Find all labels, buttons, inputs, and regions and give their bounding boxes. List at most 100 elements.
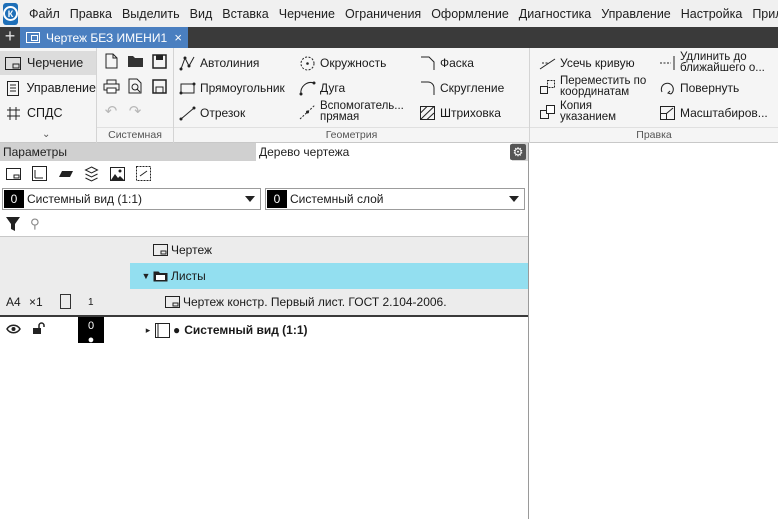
hatch-icon <box>418 104 436 122</box>
rectangle-button[interactable]: Прямоугольник <box>178 79 285 97</box>
section-label-geometry: Геометрия <box>325 129 378 141</box>
tree-row-drawing[interactable]: Чертеж <box>0 237 528 263</box>
tree-row-system-view[interactable]: 0 ● ▸ ● Системный вид (1:1) <box>0 315 528 346</box>
redo-icon[interactable]: ↷ <box>125 101 145 121</box>
extend-to-nearest-button[interactable]: Удлинить до ближайшего о... <box>658 51 776 74</box>
drawing-icon <box>152 243 168 257</box>
aux-line-button[interactable]: Вспомогатель... прямая <box>298 100 413 123</box>
menu-management[interactable]: Управление <box>596 7 676 21</box>
tree-row-sheets[interactable]: ▼ Листы <box>0 263 528 289</box>
menu-edit[interactable]: Правка <box>65 7 117 21</box>
filter-search-row: ⚲ <box>0 211 528 237</box>
save-icon[interactable] <box>149 51 169 71</box>
unlock-icon[interactable] <box>32 322 45 338</box>
view-number: 0 <box>4 189 24 208</box>
tree-sheets-label: Листы <box>171 269 206 283</box>
sheet-icon[interactable] <box>4 164 23 183</box>
move-by-coords-button[interactable]: Переместить по координатам <box>538 75 658 98</box>
fillet-label: Скругление <box>440 81 505 95</box>
image-icon[interactable] <box>108 164 127 183</box>
mode-spds-button[interactable]: СПДС <box>0 101 96 125</box>
system-view-label: Системный вид (1:1) <box>184 323 308 337</box>
circle-button[interactable]: Окружность <box>298 54 386 72</box>
filter-icon[interactable] <box>2 213 24 235</box>
collapse-chevron-icon[interactable]: ⌄ <box>42 129 50 140</box>
link-icon[interactable] <box>134 164 153 183</box>
autoline-label: Автолиния <box>200 56 260 70</box>
hatch-button[interactable]: Штриховка <box>418 104 501 122</box>
layer-icon[interactable] <box>56 164 75 183</box>
menu-insert[interactable]: Вставка <box>217 7 273 21</box>
trim-icon <box>538 54 556 72</box>
trim-curve-button[interactable]: Усечь кривую <box>538 54 635 72</box>
tab-drawing-tree[interactable]: Дерево чертежа <box>256 143 512 161</box>
mode-management-button[interactable]: Управление <box>0 76 96 100</box>
rotate-button[interactable]: Повернуть <box>658 79 739 97</box>
tree-row-sheet[interactable]: A4 ×1 1 Чертеж констр. Первый лист. ГОСТ… <box>0 289 528 315</box>
copy-by-pointing-button[interactable]: Копия указанием <box>538 100 638 123</box>
tab-parameters[interactable]: Параметры <box>0 143 256 161</box>
undo-icon[interactable]: ↶ <box>101 101 121 121</box>
panel-toolbar <box>0 161 528 186</box>
eye-icon[interactable] <box>6 322 21 337</box>
sheet-icon <box>164 295 180 309</box>
menu-settings[interactable]: Настройка <box>676 7 748 21</box>
sheet-label: Чертеж констр. Первый лист. ГОСТ 2.104-2… <box>183 295 447 309</box>
open-folder-icon[interactable] <box>125 51 145 71</box>
layer-number: 0 <box>267 189 287 208</box>
mode-drawing-label: Черчение <box>27 56 84 70</box>
new-document-plus-icon[interactable]: + <box>0 27 20 48</box>
mode-drawing-button[interactable]: Черчение <box>0 51 96 75</box>
section-label-edit: Правка <box>636 129 672 141</box>
menu-design[interactable]: Оформление <box>426 7 514 21</box>
layers-stack-icon[interactable] <box>82 164 101 183</box>
ribbon: Черчение Управление СПДС ⌄ ↶ ↷ Системная… <box>0 48 778 143</box>
grid-icon <box>4 105 22 121</box>
segment-icon <box>178 104 196 122</box>
preview-icon[interactable] <box>125 76 145 96</box>
drawing-tree-panel: Параметры Дерево чертежа ⚙ 0 Системный в… <box>0 143 529 519</box>
close-tab-icon[interactable]: × <box>174 30 182 45</box>
new-file-icon[interactable] <box>101 51 121 71</box>
drawing-canvas[interactable] <box>530 143 778 519</box>
document-tab[interactable]: Чертеж БЕЗ ИМЕНИ1 × <box>20 27 188 48</box>
autoline-icon <box>178 54 196 72</box>
autoline-button[interactable]: Автолиния <box>178 54 259 72</box>
menu-select[interactable]: Выделить <box>117 7 185 21</box>
menu-diagnostics[interactable]: Диагностика <box>514 7 596 21</box>
menu-drawing[interactable]: Черчение <box>274 7 340 21</box>
kompas-logo-icon[interactable]: К <box>3 2 18 25</box>
view-icon <box>154 322 170 338</box>
save-as-icon[interactable] <box>149 76 169 96</box>
menu-applications[interactable]: Прило <box>747 7 778 21</box>
view-select[interactable]: 0 Системный вид (1:1) <box>2 187 261 210</box>
move-icon <box>538 78 556 96</box>
sheet-format: A4 <box>6 295 21 309</box>
arc-icon <box>298 79 316 97</box>
layer-indicator[interactable]: 0 ● <box>78 317 104 346</box>
segment-label: Отрезок <box>200 106 246 120</box>
scale-icon <box>658 104 676 122</box>
ribbon-section-system: ↶ ↷ Системная <box>97 48 174 143</box>
extend-to-nearest-label: Удлинить до ближайшего о... <box>680 51 765 74</box>
chamfer-button[interactable]: Фаска <box>418 54 474 72</box>
fillet-button[interactable]: Скругление <box>418 79 504 97</box>
gear-icon[interactable]: ⚙ <box>510 144 526 160</box>
expand-down-icon[interactable]: ▼ <box>140 271 152 281</box>
chamfer-label: Фаска <box>440 56 474 70</box>
sheet-count: 1 <box>88 296 94 308</box>
search-input[interactable] <box>45 213 346 234</box>
layer-select[interactable]: 0 Системный слой <box>265 187 525 210</box>
scale-button[interactable]: Масштабиров... <box>658 104 768 122</box>
tree-root-label: Чертеж <box>171 243 213 257</box>
chamfer-icon <box>418 54 436 72</box>
menu-file[interactable]: Файл <box>24 7 65 21</box>
scale-label: Масштабиров... <box>680 106 768 120</box>
segment-button[interactable]: Отрезок <box>178 104 245 122</box>
menu-view[interactable]: Вид <box>185 7 218 21</box>
view-icon[interactable] <box>30 164 49 183</box>
expand-right-icon[interactable]: ▸ <box>142 325 154 336</box>
print-icon[interactable] <box>101 76 121 96</box>
menu-constraints[interactable]: Ограничения <box>340 7 426 21</box>
arc-button[interactable]: Дуга <box>298 79 345 97</box>
